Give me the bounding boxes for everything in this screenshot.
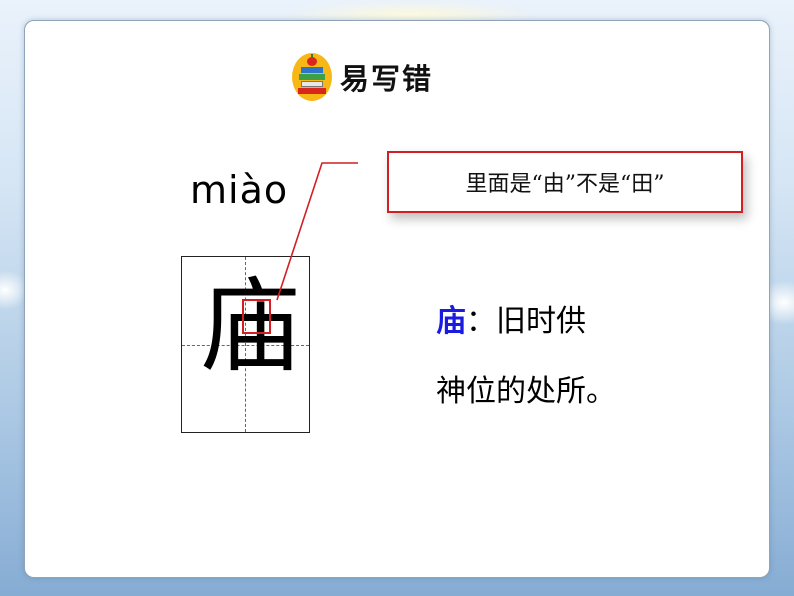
definition-line-2: 神位的处所。 <box>436 374 616 409</box>
callout-text: 里面是“由”不是“田” <box>465 172 665 197</box>
books-with-apple-icon <box>292 53 332 101</box>
definition-line-1: 庙：旧时供 <box>436 296 586 340</box>
callout-box: 里面是“由”不是“田” <box>387 151 743 213</box>
definition-line1-text: 旧时供 <box>496 304 586 339</box>
title-text: 易写错 <box>340 62 434 96</box>
pinyin-label: miào <box>190 168 289 212</box>
character-glyph: 庙 <box>199 268 301 387</box>
definition-keyword: 庙 <box>436 304 466 339</box>
definition-colon: ： <box>466 304 496 339</box>
slide-title: 易写错 <box>292 52 433 102</box>
slide-card <box>24 20 770 578</box>
